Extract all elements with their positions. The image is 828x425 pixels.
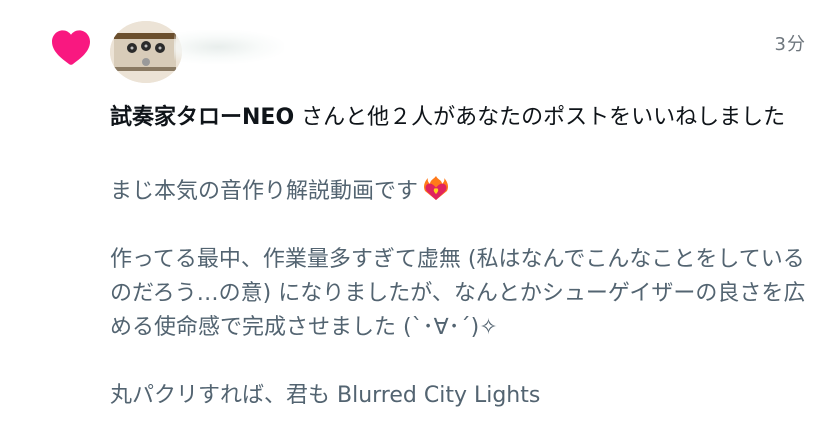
notification-text: 試奏家タローNEO さんと他２人があなたのポストをいいねしました — [110, 101, 810, 135]
post-line-text: まじ本気の音作り解説動画です — [110, 179, 419, 204]
actor-name[interactable]: 試奏家タローNEO — [110, 105, 294, 130]
redacted-username — [174, 30, 284, 64]
heart-on-fire-icon — [424, 176, 449, 200]
timestamp: 3分 — [774, 34, 806, 55]
post-paragraph: 丸パクリすれば、君も Blurred City Lights — [110, 383, 541, 408]
notification-message: さんと他２人があなたのポストをいいねしました — [294, 105, 786, 130]
post-preview[interactable]: まじ本気の音作り解説動画です 作ってる最中、作業量多すぎて虚無 (私はなんでこん… — [110, 174, 815, 413]
post-paragraph: 作ってる最中、作業量多すぎて虚無 (私はなんでこんなことをしているのだろう…の意… — [110, 247, 806, 340]
notification-card[interactable]: 3分 試奏家タローNEO さんと他２人があなたのポストをいいねしました まじ本気… — [0, 0, 828, 425]
post-line: まじ本気の音作り解説動画です — [110, 174, 815, 209]
avatar[interactable] — [110, 21, 182, 83]
heart-icon — [52, 30, 90, 65]
